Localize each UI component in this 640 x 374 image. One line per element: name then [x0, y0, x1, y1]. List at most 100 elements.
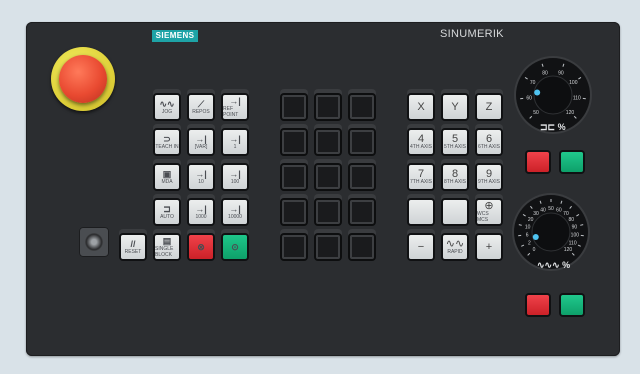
axis-key[interactable]: 6 6TH AXIS [477, 130, 501, 154]
axis-key-label: 9TH AXIS [478, 179, 500, 185]
feed-dial-tick-label: 110 [569, 240, 577, 246]
spindle-start-button[interactable] [561, 152, 583, 172]
user-key[interactable] [316, 200, 340, 224]
spindle-dial-tick [529, 115, 533, 119]
spindle-override-dial[interactable]: 50 60 70 80 90 100 110 120 [516, 58, 590, 132]
mode-key[interactable]: ⊃ TEACH IN [155, 130, 179, 154]
mode-key-glyph: →| [229, 169, 241, 179]
user-key[interactable] [350, 130, 374, 154]
axis-key[interactable]: 4 4TH AXIS [409, 130, 433, 154]
axis-key-glyph: − [417, 241, 425, 253]
mode-key[interactable]: ⟋ REPOS [189, 95, 213, 119]
feed-override-dial[interactable]: 0 2 6 10 20 30 40 50 60 70 80 90 100 110 120 [514, 195, 588, 269]
axis-key-label: 7TH AXIS [410, 179, 432, 185]
feed-start-button[interactable] [561, 295, 583, 315]
feed-dial-tick-label: 120 [564, 247, 573, 253]
axis-key[interactable]: X [409, 95, 433, 119]
mode-key[interactable]: ⊐ AUTO [155, 200, 179, 224]
single-block-button[interactable]: ▤ SINGLE BLOCK [155, 235, 179, 259]
feed-dial-tick-label: 90 [572, 225, 578, 231]
cycle-stop-button[interactable]: ⊗ [189, 235, 213, 259]
mode-key[interactable]: →| 10 [189, 165, 213, 189]
feed-dial-knob[interactable] [531, 212, 571, 252]
mode-key[interactable]: →| 1 [223, 130, 247, 154]
axis-key[interactable]: Z [477, 95, 501, 119]
mode-key[interactable]: ▣ MDA [155, 165, 179, 189]
axis-key-glyph: Y [451, 101, 459, 113]
feed-dial-tick-label: 2 [528, 240, 531, 246]
user-key[interactable] [282, 130, 306, 154]
user-key[interactable] [282, 235, 306, 259]
mode-key-glyph: ⊃ [163, 134, 171, 144]
feed-dial-tick-label: 50 [548, 206, 554, 212]
mode-key-glyph: ∿∿ [159, 99, 175, 109]
feed-dial-tick [539, 200, 542, 204]
axis-key[interactable] [409, 200, 433, 224]
spindle-dial-tick [562, 63, 565, 67]
axis-key[interactable]: ∿∿ RAPID [443, 235, 467, 259]
axis-key-glyph: 7 [417, 168, 425, 180]
feed-dial-tick [577, 244, 581, 247]
spindle-stop-button[interactable] [527, 152, 549, 172]
reset-button[interactable]: //RESET [121, 235, 145, 259]
mode-key[interactable]: ∿∿ JOG [155, 95, 179, 119]
feed-dial-tick-label: 20 [528, 217, 534, 223]
user-key[interactable] [350, 200, 374, 224]
axis-key[interactable]: 7 7TH AXIS [409, 165, 433, 189]
axis-key-glyph: + [485, 241, 493, 253]
cycle-start-button[interactable]: ⊙ [223, 235, 247, 259]
axis-key-label: WCS MCS [477, 211, 489, 223]
axis-key-glyph: ∿∿ [445, 238, 465, 250]
reset-button-label: RESET [124, 249, 142, 255]
feed-dial-tick [527, 252, 531, 256]
mode-key[interactable]: →| [VAR] [189, 130, 213, 154]
user-key[interactable] [350, 95, 374, 119]
mode-key[interactable]: →| 10000 [223, 200, 247, 224]
user-key[interactable] [316, 130, 340, 154]
feed-dial-tick-label: 60 [556, 207, 562, 213]
axis-key-glyph: Z [485, 101, 493, 113]
mode-key-label: REPOS [192, 109, 210, 115]
spindle-dial-tick [573, 115, 577, 119]
axis-key[interactable]: 8 8TH AXIS [443, 165, 467, 189]
user-key[interactable] [282, 95, 306, 119]
user-key[interactable] [316, 235, 340, 259]
axis-key[interactable] [443, 200, 467, 224]
spindle-dial-knob[interactable] [533, 75, 573, 115]
axis-key-glyph: X [417, 101, 425, 113]
user-key[interactable] [350, 235, 374, 259]
mode-key[interactable]: →| 1000 [189, 200, 213, 224]
user-key[interactable] [316, 95, 340, 119]
axis-key-glyph: 4 [417, 133, 425, 145]
axis-key[interactable]: − [409, 235, 433, 259]
mode-key-label: AUTO [160, 214, 174, 220]
emergency-stop-button[interactable] [59, 55, 107, 103]
feed-stop-button[interactable] [527, 295, 549, 315]
mode-key[interactable]: →| 100 [223, 165, 247, 189]
axis-key-glyph: 6 [485, 133, 493, 145]
mode-key-label: 10 [198, 179, 204, 185]
spindle-dial-tick [541, 63, 544, 67]
single-block-button-glyph: ▤ [162, 236, 172, 246]
key-switch[interactable] [79, 227, 109, 257]
mode-key[interactable]: →| REF POINT [223, 95, 247, 119]
axis-key[interactable]: ⊕ WCS MCS [477, 200, 501, 224]
feed-dial-tick [560, 200, 563, 204]
mode-key-label: 1 [233, 144, 237, 150]
mode-key-glyph: ⟋ [197, 99, 205, 109]
user-key[interactable] [316, 165, 340, 189]
axis-key[interactable]: Y [443, 95, 467, 119]
user-key[interactable] [282, 200, 306, 224]
axis-key[interactable]: 5 5TH AXIS [443, 130, 467, 154]
feed-dial-tick-label: 80 [569, 217, 575, 223]
feed-dial-tick-label: 10 [525, 225, 531, 231]
spindle-dial-tick-label: 60 [526, 96, 532, 102]
mode-key-glyph: →| [229, 134, 241, 144]
cycle-start-button-glyph: ⊙ [231, 242, 239, 252]
user-key[interactable] [350, 165, 374, 189]
axis-key[interactable]: + [477, 235, 501, 259]
user-key[interactable] [282, 165, 306, 189]
axis-key[interactable]: 9 9TH AXIS [477, 165, 501, 189]
axis-key-label: 6TH AXIS [478, 144, 500, 150]
mode-key-label: TEACH IN [155, 144, 179, 150]
